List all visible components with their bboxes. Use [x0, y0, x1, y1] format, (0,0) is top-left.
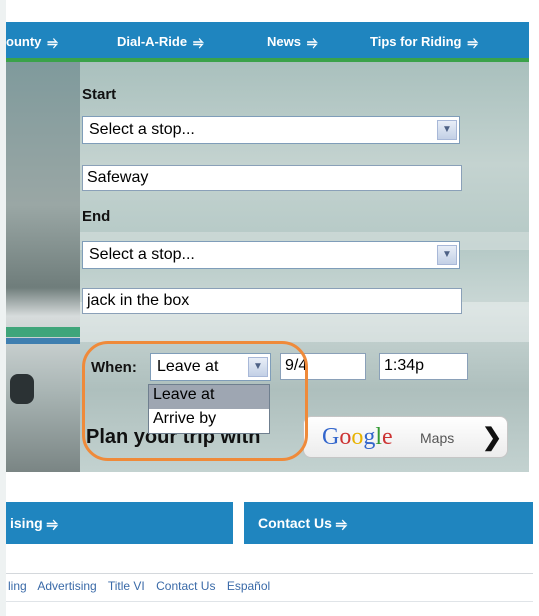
footer-link-contact-us[interactable]: Contact Us	[156, 579, 215, 593]
chevron-down-icon[interactable]: ▼	[437, 120, 457, 140]
footer-link-title-vi[interactable]: Title VI	[108, 579, 145, 593]
start-location-input[interactable]: Safeway	[82, 165, 462, 191]
right-arrow-icon: ⥤	[306, 34, 318, 49]
time-input[interactable]: 1:34p	[379, 353, 468, 380]
nav-item-tips-for-riding[interactable]: Tips for Riding ⥤	[370, 34, 478, 50]
google-logo: Google	[322, 424, 393, 450]
start-select-value: Select a stop...	[89, 121, 195, 138]
footer-divider	[6, 601, 533, 602]
right-arrow-icon: ⥤	[467, 34, 478, 49]
nav-item-label: ounty	[6, 34, 42, 49]
footer-link-espanol[interactable]: Español	[227, 579, 270, 593]
start-stop-select[interactable]: Select a stop... ▼	[82, 116, 460, 144]
footer-links-row: ling Advertising Title VI Contact Us Esp…	[6, 573, 533, 600]
nav-item-label: Dial-A-Ride	[117, 34, 188, 49]
bus-wheel	[10, 374, 34, 404]
top-nav: ounty ⥤ Dial-A-Ride ⥤ News ⥤ Tips for Ridin…	[6, 22, 529, 62]
maps-label: Maps	[420, 430, 455, 446]
bottom-nav: ising ⥤ Contact Us ⥤	[6, 492, 533, 555]
footer-link-ling[interactable]: ling	[8, 579, 27, 593]
nav-item-dial-a-ride[interactable]: Dial-A-Ride ⥤	[117, 34, 203, 50]
footer-links: ling Advertising Title VI Contact Us Esp…	[8, 579, 278, 593]
nav-item-label: News	[267, 34, 301, 49]
nav-item-label: Contact Us ⥤	[258, 515, 347, 531]
right-arrow-icon: ⥤	[46, 515, 58, 531]
nav-item-label: Tips for Riding	[370, 34, 462, 49]
end-label: End	[82, 208, 111, 225]
start-input-value: Safeway	[87, 169, 149, 186]
nav-item-label: ising ⥤	[10, 515, 58, 531]
right-arrow-icon: ⥤	[47, 34, 58, 49]
right-arrow-icon: ⥤	[335, 515, 347, 531]
highlight-annotation	[82, 341, 308, 461]
start-label: Start	[82, 86, 117, 103]
time-value: 1:34p	[384, 357, 425, 374]
bus-photo	[6, 62, 80, 472]
end-input-value: jack in the box	[87, 292, 190, 309]
nav-item-news[interactable]: News ⥤	[267, 34, 317, 50]
footer-link-advertising[interactable]: Advertising	[37, 579, 96, 593]
end-location-input[interactable]: jack in the box	[82, 288, 462, 314]
nav-item-contact-us[interactable]: Contact Us ⥤	[244, 502, 533, 544]
end-stop-select[interactable]: Select a stop... ▼	[82, 241, 460, 269]
chevron-down-icon[interactable]: ▼	[437, 245, 457, 265]
nav-item-advertising[interactable]: ising ⥤	[6, 502, 233, 544]
chevron-right-icon: ❯	[482, 424, 503, 451]
end-select-value: Select a stop...	[89, 246, 195, 263]
google-maps-button[interactable]: Google Maps ❯	[303, 416, 508, 458]
nav-item-county[interactable]: ounty ⥤	[6, 34, 58, 50]
bus-stripe	[6, 327, 80, 337]
bus-stripe	[6, 338, 80, 344]
right-arrow-icon: ⥤	[193, 34, 204, 49]
